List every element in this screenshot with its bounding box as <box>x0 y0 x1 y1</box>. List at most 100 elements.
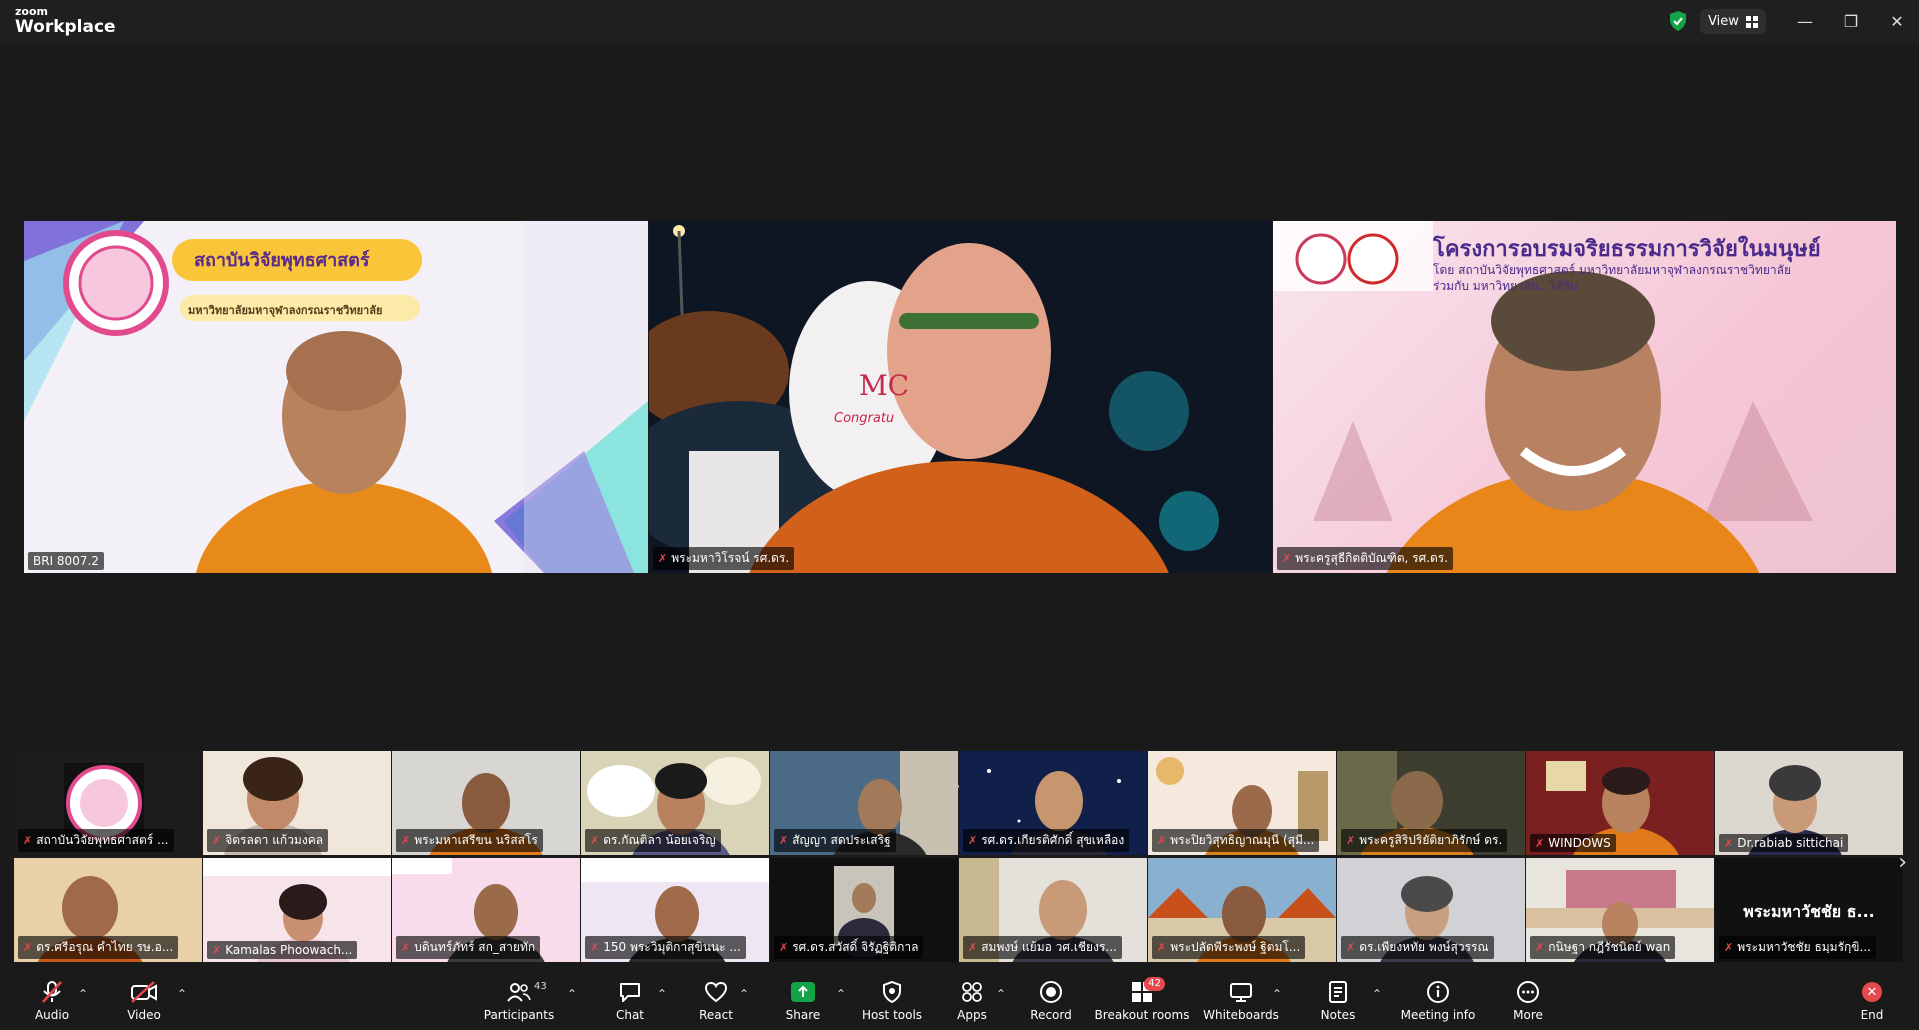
notes-options-chevron-icon[interactable]: ⌃ <box>1372 987 1382 1001</box>
share-button[interactable]: Share <box>785 971 821 1030</box>
record-button[interactable]: Record <box>1030 971 1072 1030</box>
audio-button[interactable]: Audio <box>32 971 72 1030</box>
whiteboards-options-chevron-icon[interactable]: ⌃ <box>1272 987 1282 1001</box>
participants-button[interactable]: 43 Participants <box>484 971 555 1030</box>
speaker-3-banner-line2: ร่วมกับ มหาวิทยาลัย...ได้รับ <box>1433 279 1578 293</box>
participant-name: ดร.ศรีอรุณ คำไทย รษ.อ... <box>36 940 174 954</box>
thumbnail-tile[interactable]: ✗ กนิษฐา กฎีรัชนิตย์ wan <box>1526 858 1714 962</box>
mic-muted-icon: ✗ <box>1535 941 1545 954</box>
host-tools-label: Host tools <box>861 1008 923 1022</box>
host-tools-button[interactable]: Host tools <box>861 971 923 1030</box>
mic-muted-icon: ✗ <box>658 552 668 565</box>
react-button[interactable]: React <box>696 971 736 1030</box>
chat-button[interactable]: Chat <box>612 971 648 1030</box>
mic-muted-icon: ✗ <box>968 834 978 847</box>
mic-muted-icon <box>41 979 63 1005</box>
mic-muted-icon: ✗ <box>1724 836 1734 850</box>
thumbnail-tile[interactable]: ✗ 150 พระวิมุติกาสุขินนะ ... <box>581 858 769 962</box>
thumbnail-tile[interactable]: ✗ สถาบันวิจัยพุทธศาสตร์ ... <box>14 751 202 855</box>
view-button[interactable]: View <box>1700 9 1766 34</box>
meeting-info-label: Meeting info <box>1400 1008 1476 1022</box>
speaker-tile-1[interactable]: สถาบันวิจัยพุทธศาสตร์ มหาวิทยาลัยมหาจุฬา… <box>24 221 648 573</box>
thumbnail-tile[interactable]: ✗ ดร.เพียงหทัย พงษ์สุวรรณ <box>1337 858 1525 962</box>
share-options-chevron-icon[interactable]: ⌃ <box>836 987 846 1001</box>
participant-name: ดร.เพียงหทัย พงษ์สุวรรณ <box>1359 940 1489 954</box>
minimize-icon[interactable]: — <box>1782 8 1828 34</box>
thumbnail-name-tag: ✗ จิตรลดา แก้วมงคล <box>207 829 329 852</box>
thumbnail-tile[interactable]: ✗ สมพงษ์ แย้มอ วศ.เชียงร... <box>959 858 1147 962</box>
end-icon: ✕ <box>1862 979 1882 1005</box>
participants-count: 43 <box>534 981 547 992</box>
title-bar: zoom Workplace View — ❐ ✕ <box>0 0 1919 44</box>
apps-button[interactable]: Apps <box>955 971 989 1030</box>
shield-check-icon[interactable] <box>1668 10 1688 32</box>
thumbnail-tile[interactable]: ✗ จิตรลดา แก้วมงคล <box>203 751 391 855</box>
notes-label: Notes <box>1320 1008 1356 1022</box>
thumbnail-name-tag: ✗ พระมหาวัชชัย ธมฺมรักฺขิ... <box>1719 936 1876 959</box>
participant-name: รศ.ดร.สวัสดิ์ จิรัฏฐิติกาล <box>792 940 919 954</box>
thumbnail-tile[interactable]: ✗ บดินทร์ภัทร์ สก_สายทัก <box>392 858 580 962</box>
breakout-icon: 42 <box>1131 977 1165 1005</box>
maximize-icon[interactable]: ❐ <box>1828 8 1874 34</box>
breakout-rooms-button[interactable]: 42 Breakout rooms <box>1095 971 1189 1030</box>
thumbnail-tile[interactable]: ✗ รศ.ดร.สวัสดิ์ จิรัฏฐิติกาล <box>770 858 958 962</box>
audio-options-chevron-icon[interactable]: ⌃ <box>78 987 88 1001</box>
thumbnail-tile[interactable]: ✗ ดร.ศรีอรุณ คำไทย รษ.อ... <box>14 858 202 962</box>
participant-name: 150 พระวิมุติกาสุขินนะ ... <box>603 940 741 954</box>
speaker-tile-2[interactable]: MC Congratu ✗ พระมหาวิโรจน์ รศ.ดร. <box>649 221 1272 573</box>
thumbnail-tile[interactable]: ✗ Dr.rabiab sittichai <box>1715 751 1903 855</box>
thumbnail-name-tag: ✗ สถาบันวิจัยพุทธศาสตร์ ... <box>18 829 174 852</box>
share-label: Share <box>785 1008 821 1022</box>
meeting-info-button[interactable]: Meeting info <box>1400 971 1476 1030</box>
apps-options-chevron-icon[interactable]: ⌃ <box>996 987 1006 1001</box>
participant-name: สมพงษ์ แย้มอ วศ.เชียงร... <box>981 940 1117 954</box>
thumbnail-name-tag: ✗ พระครูสิริปริยัติยาภิรักษ์ ดร. <box>1341 829 1508 852</box>
participant-name: สถาบันวิจัยพุทธศาสตร์ ... <box>36 833 169 847</box>
participants-options-chevron-icon[interactable]: ⌃ <box>567 987 577 1001</box>
thumbnail-tile[interactable]: ✗ พระมหาเสรีขน นริสสโร <box>392 751 580 855</box>
react-options-chevron-icon[interactable]: ⌃ <box>739 987 749 1001</box>
thumbnail-tile[interactable]: พระมหาวัชชัย ธ... ✗ พระมหาวัชชัย ธมฺมรักฺ… <box>1715 858 1903 962</box>
chat-options-chevron-icon[interactable]: ⌃ <box>657 987 667 1001</box>
thumbnail-tile[interactable]: ✗ พระปิยวิสุทธิญาณมุนี (สุมี... <box>1148 751 1336 855</box>
apps-icon <box>961 979 983 1005</box>
mic-muted-icon: ✗ <box>1535 836 1545 850</box>
meeting-toolbar: Audio ⌃ Video ⌃ 43 Participants ⌃ Chat ⌃… <box>0 971 1919 1030</box>
end-button[interactable]: ✕ End <box>1856 971 1888 1030</box>
thumbnail-tile[interactable]: ✗ พระครูสิริปริยัติยาภิรักษ์ ดร. <box>1337 751 1525 855</box>
chat-icon <box>618 979 642 1005</box>
thumbnail-tile[interactable]: ✗ WINDOWS <box>1526 751 1714 855</box>
thumbnail-tile[interactable]: ✗ รศ.ดร.เกียรติศักดิ์ สุขเหลือง <box>959 751 1147 855</box>
participant-name: จิตรลดา แก้วมงคล <box>225 833 324 847</box>
video-button[interactable]: Video <box>124 971 164 1030</box>
thumbnail-name-tag: ✗ รศ.ดร.เกียรติศักดิ์ สุขเหลือง <box>963 829 1130 852</box>
speaker-tile-3[interactable]: โครงการอบรมจริยธรรมการวิจัยในมนุษย์ โดย … <box>1273 221 1896 573</box>
thumbnail-name-tag: ✗ รศ.ดร.สวัสดิ์ จิรัฏฐิติกาล <box>774 936 924 959</box>
speaker-1-name-tag: BRI 8007.2 <box>28 552 104 570</box>
participant-name: สัญญา สดประเสริฐ <box>792 833 891 847</box>
video-options-chevron-icon[interactable]: ⌃ <box>177 987 187 1001</box>
more-button[interactable]: More <box>1510 971 1546 1030</box>
whiteboards-button[interactable]: Whiteboards <box>1203 971 1279 1030</box>
participant-name: พระปลัดพีระพงษ์ ฐิตมโ... <box>1170 940 1301 954</box>
speaker-2-name-tag: ✗ พระมหาวิโรจน์ รศ.ดร. <box>653 547 795 570</box>
speaker-1-name: BRI 8007.2 <box>33 554 99 568</box>
thumbnail-name-tag: ✗ บดินทร์ภัทร์ สก_สายทัก <box>396 936 541 959</box>
app-logo: zoom Workplace <box>15 6 116 36</box>
thumbnail-tile[interactable]: ✗ สัญญา สดประเสริฐ <box>770 751 958 855</box>
thumbnail-tile[interactable]: ✗ พระปลัดพีระพงษ์ ฐิตมโ... <box>1148 858 1336 962</box>
speaker-3-name: พระครูสุธีกิตติบัณฑิต, รศ.ดร. <box>1295 551 1449 565</box>
mic-muted-icon: ✗ <box>1157 834 1167 847</box>
end-label: End <box>1860 1008 1884 1022</box>
breakout-count-badge: 42 <box>1144 977 1165 991</box>
thumbnail-tile[interactable]: ✗ Kamalas Phoowach... <box>203 858 391 962</box>
chevron-right-icon[interactable]: › <box>1898 850 1907 875</box>
thumbnail-tile[interactable]: ✗ ดร.กัณติลา น้อยเจริญ <box>581 751 769 855</box>
thumbnail-name-tag: ✗ สัญญา สดประเสริฐ <box>774 829 896 852</box>
participant-name: พระมหาวัชชัย ธมฺมรักฺขิ... <box>1737 940 1871 954</box>
close-icon[interactable]: ✕ <box>1874 8 1919 34</box>
notes-button[interactable]: Notes <box>1320 971 1356 1030</box>
apps-label: Apps <box>957 1008 987 1022</box>
thumbnail-name-tag: ✗ พระปลัดพีระพงษ์ ฐิตมโ... <box>1152 936 1306 959</box>
participant-name: Dr.rabiab sittichai <box>1737 836 1844 850</box>
